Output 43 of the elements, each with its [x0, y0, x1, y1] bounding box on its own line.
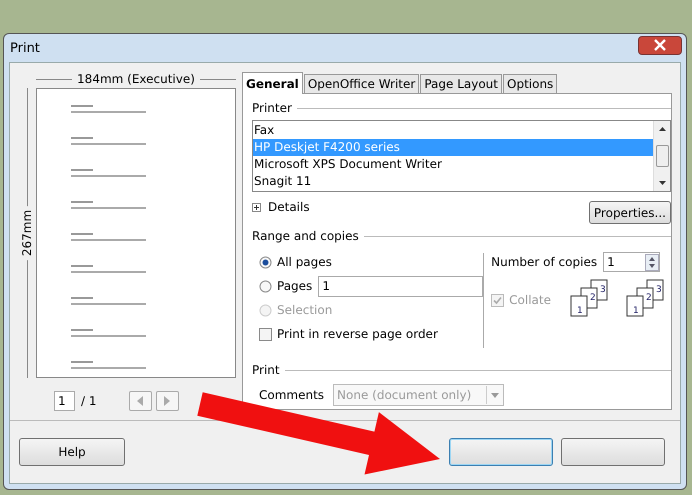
list-item[interactable]: Snagit 11	[253, 173, 653, 190]
down-arrow-icon	[658, 181, 666, 185]
close-icon	[653, 39, 667, 51]
dialog-button[interactable]	[561, 438, 665, 466]
comments-label: Comments	[259, 388, 324, 402]
up-arrow-icon	[658, 127, 666, 131]
pages-field[interactable]: 1	[318, 276, 484, 296]
dialog-button[interactable]	[449, 438, 553, 466]
printer-list[interactable]: Fax HP Deskjet F4200 series Microsoft XPS Document Writer Snagit 11	[252, 120, 671, 192]
spin-arrows-icon	[645, 254, 660, 270]
checkbox-option[interactable]: Print in reverse page order	[259, 327, 438, 341]
page-count: / 1	[81, 394, 96, 408]
dropdown-arrow-icon	[491, 392, 500, 398]
radio-button[interactable]	[259, 280, 272, 292]
radio-option[interactable]: All pages	[259, 255, 332, 269]
page-height-label: 267mm	[20, 206, 34, 260]
next-page-button[interactable]	[156, 391, 178, 411]
details-expander[interactable]: Details	[252, 200, 310, 214]
radio-option[interactable]: Pages	[259, 279, 312, 293]
page-width-label: 184mm (Executive)	[72, 72, 200, 86]
section-label: Printer	[252, 101, 292, 115]
section-label: Print	[252, 363, 280, 377]
tab[interactable]: Page Layout	[420, 74, 502, 93]
scrollbar[interactable]	[653, 121, 670, 191]
tab[interactable]: Options	[503, 74, 558, 93]
help-button[interactable]: Help	[19, 438, 125, 466]
tab[interactable]: General	[242, 72, 303, 94]
copies-label: Number of copies	[491, 255, 598, 269]
copies-spin-field[interactable]: 1	[603, 252, 660, 272]
left-triangle-icon	[136, 396, 144, 406]
list-item[interactable]: Fax	[253, 122, 653, 139]
checkbox[interactable]	[259, 328, 272, 340]
page-number-field[interactable]: 1	[54, 391, 75, 411]
list-item[interactable]: Microsoft XPS Document Writer	[253, 156, 653, 173]
right-triangle-icon	[163, 396, 171, 406]
close-button[interactable]	[638, 36, 682, 54]
properties-button[interactable]: Properties...	[588, 201, 671, 224]
radio-button[interactable]	[259, 256, 272, 268]
previous-page-button[interactable]	[128, 391, 152, 411]
tab[interactable]: OpenOffice Writer	[304, 74, 420, 93]
scrollbar-thumb[interactable]	[656, 145, 668, 167]
section-label: Range and copies	[252, 229, 359, 243]
window-title: Print	[10, 40, 40, 56]
